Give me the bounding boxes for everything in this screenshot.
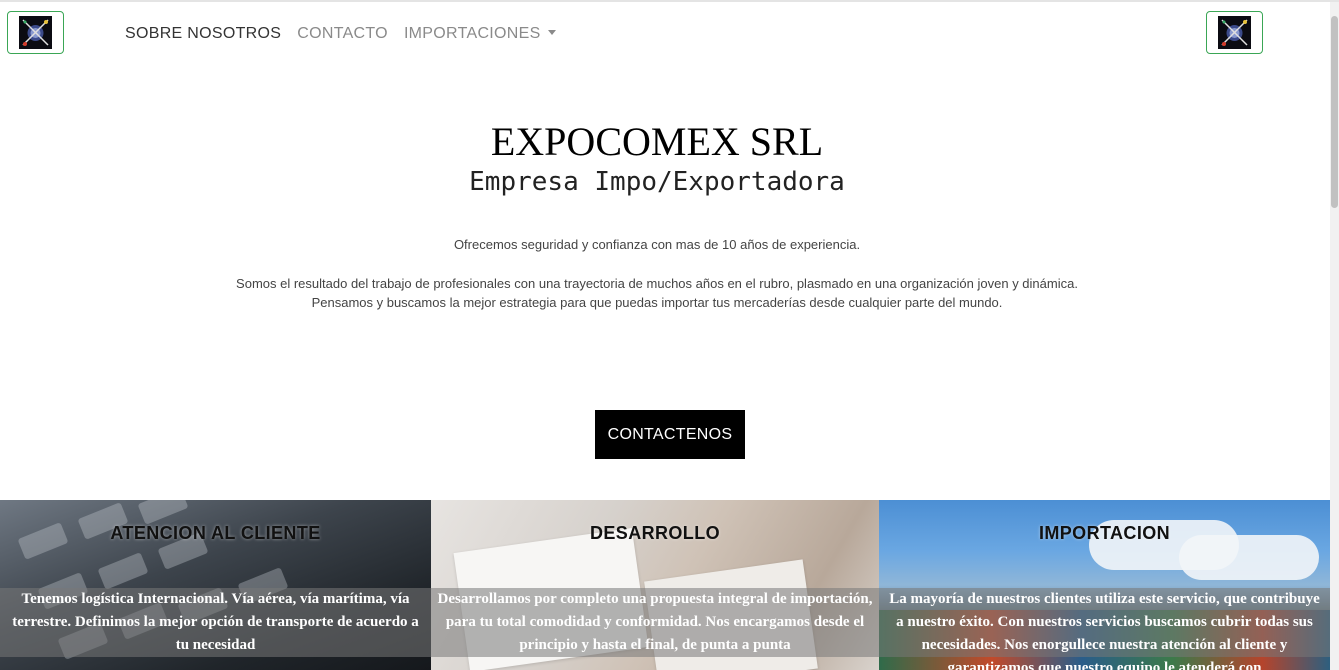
hero-description-1: Somos el resultado del trabajo de profes…	[236, 276, 1078, 291]
panel-title: DESARROLLO	[590, 523, 720, 543]
hero-description-2: Pensamos y buscamos la mejor estrategia …	[311, 295, 1003, 310]
nav-contacto[interactable]: CONTACTO	[297, 25, 388, 43]
logo-right[interactable]	[1206, 11, 1263, 54]
expocomex-logo-icon	[19, 16, 52, 49]
panel-desarrollo: DESARROLLO Desarrollamos por completo un…	[431, 500, 879, 670]
top-border	[0, 0, 1339, 2]
panel-text: Tenemos logística Internacional. Vía aér…	[12, 591, 419, 653]
nav-importaciones-dropdown[interactable]: IMPORTACIONES	[404, 25, 556, 43]
scrollbar-thumb[interactable]	[1331, 16, 1338, 208]
vertical-scrollbar[interactable]	[1330, 2, 1339, 670]
expocomex-logo-icon	[1218, 16, 1251, 49]
panel-title: ATENCION AL CLIENTE	[110, 523, 321, 543]
main-nav: SOBRE NOSOTROS CONTACTO IMPORTACIONES	[125, 22, 572, 46]
panel-title: IMPORTACION	[1038, 523, 1171, 543]
panel-text: Desarrollamos por completo una propuesta…	[437, 591, 873, 653]
contactenos-button[interactable]: CONTACTENOS	[595, 410, 745, 459]
page-subtitle: Empresa Impo/Exportadora	[469, 167, 845, 197]
chevron-down-icon	[547, 30, 556, 35]
panel-text: La mayoría de nuestros clientes utiliza …	[889, 591, 1320, 670]
panel-atencion-al-cliente: ATENCION AL CLIENTE Tenemos logística In…	[0, 500, 431, 670]
hero-tagline: Ofrecemos seguridad y confianza con mas …	[453, 237, 861, 252]
nav-sobre-nosotros[interactable]: SOBRE NOSOTROS	[125, 25, 281, 43]
logo-left[interactable]	[7, 11, 64, 54]
page-title: EXPOCOMEX SRL	[490, 119, 824, 164]
nav-importaciones-label: IMPORTACIONES	[403, 25, 541, 42]
panel-importacion: IMPORTACION La mayoría de nuestros clien…	[879, 500, 1330, 670]
